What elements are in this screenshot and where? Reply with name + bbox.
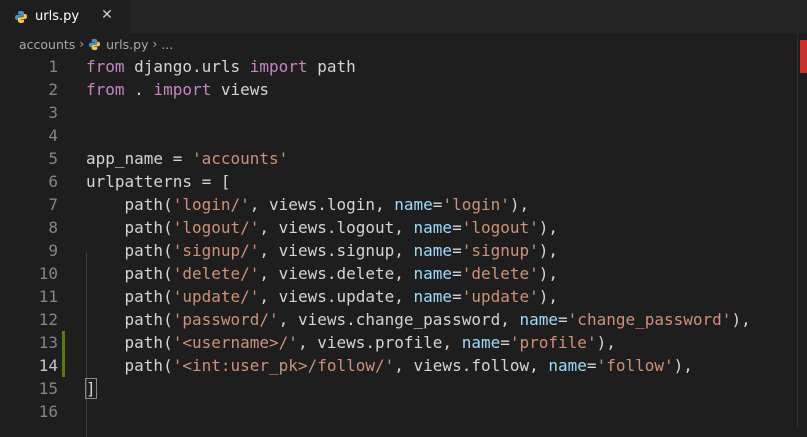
- code-text: path('logout/', views.logout, name='logo…: [86, 218, 559, 237]
- line-number: 5: [48, 149, 58, 168]
- breadcrumb-file[interactable]: urls.py: [106, 37, 148, 52]
- code-line[interactable]: 12 path('password/', views.change_passwo…: [0, 308, 807, 331]
- code-text: path('password/', views.change_password,…: [86, 310, 751, 329]
- line-number: 14: [38, 356, 58, 375]
- code-line[interactable]: 13 path('<username>/', views.profile, na…: [0, 331, 807, 354]
- code-line[interactable]: 3: [0, 101, 807, 124]
- line-number: 9: [48, 241, 58, 260]
- line-number: 10: [38, 264, 58, 283]
- chevron-right-icon: ›: [152, 37, 158, 51]
- code-line[interactable]: 6 urlpatterns = [: [0, 170, 807, 193]
- line-number: 1: [48, 57, 58, 76]
- python-file-icon: [89, 38, 101, 50]
- code-line[interactable]: 1 from django.urls import path: [0, 55, 807, 78]
- python-file-icon: [15, 10, 27, 23]
- modified-line-marker: [62, 331, 65, 354]
- code-text: urlpatterns = [: [86, 172, 231, 191]
- code-line[interactable]: 9 path('signup/', views.signup, name='si…: [0, 239, 807, 262]
- line-number: 11: [38, 287, 58, 306]
- line-number: 16: [38, 402, 58, 421]
- code-line[interactable]: 7 path('login/', views.login, name='logi…: [0, 193, 807, 216]
- line-number: 8: [48, 218, 58, 237]
- code-text: path('login/', views.login, name='login'…: [86, 195, 530, 214]
- code-line[interactable]: 10 path('delete/', views.delete, name='d…: [0, 262, 807, 285]
- line-number: 3: [48, 103, 58, 122]
- line-number: 15: [38, 379, 58, 398]
- code-text: from django.urls import path: [86, 57, 356, 76]
- code-line[interactable]: 15]: [0, 377, 807, 400]
- line-number: 4: [48, 126, 58, 145]
- line-number: 7: [48, 195, 58, 214]
- code-line[interactable]: 16: [0, 400, 807, 423]
- line-number: 2: [48, 80, 58, 99]
- close-icon[interactable]: ✕: [99, 7, 115, 23]
- code-line[interactable]: 5 app_name = 'accounts': [0, 147, 807, 170]
- chevron-right-icon: ›: [79, 37, 85, 51]
- code-text: path('<int:user_pk>/follow/', views.foll…: [86, 356, 693, 375]
- code-line[interactable]: 4: [0, 124, 807, 147]
- code-text: ]: [85, 378, 97, 399]
- code-text: path('delete/', views.delete, name='dele…: [86, 264, 559, 283]
- code-text: path('update/', views.update, name='upda…: [86, 287, 559, 306]
- tab-urls-py[interactable]: urls.py ✕: [0, 0, 130, 33]
- breadcrumb-folder[interactable]: accounts: [19, 37, 75, 52]
- line-number: 6: [48, 172, 58, 191]
- tab-bar: urls.py ✕: [0, 0, 807, 33]
- code-line[interactable]: 11 path('update/', views.update, name='u…: [0, 285, 807, 308]
- code-line[interactable]: 8 path('logout/', views.logout, name='lo…: [0, 216, 807, 239]
- code-text: from . import views: [86, 80, 270, 99]
- breadcrumb: accounts › urls.py › ...: [0, 33, 807, 55]
- code-line[interactable]: 14 path('<int:user_pk>/follow/', views.f…: [0, 354, 807, 377]
- modified-line-marker: [62, 354, 65, 377]
- code-text: path('<username>/', views.profile, name=…: [86, 333, 616, 352]
- code-text: path('signup/', views.signup, name='sign…: [86, 241, 559, 260]
- line-number: 13: [38, 333, 58, 352]
- tab-label: urls.py: [35, 9, 80, 24]
- code-line[interactable]: 2 from . import views: [0, 78, 807, 101]
- line-number: 12: [38, 310, 58, 329]
- code-text: app_name = 'accounts': [86, 149, 289, 168]
- breadcrumb-more[interactable]: ...: [161, 37, 173, 52]
- code-editor[interactable]: 1 from django.urls import path 2 from . imp…: [0, 55, 807, 437]
